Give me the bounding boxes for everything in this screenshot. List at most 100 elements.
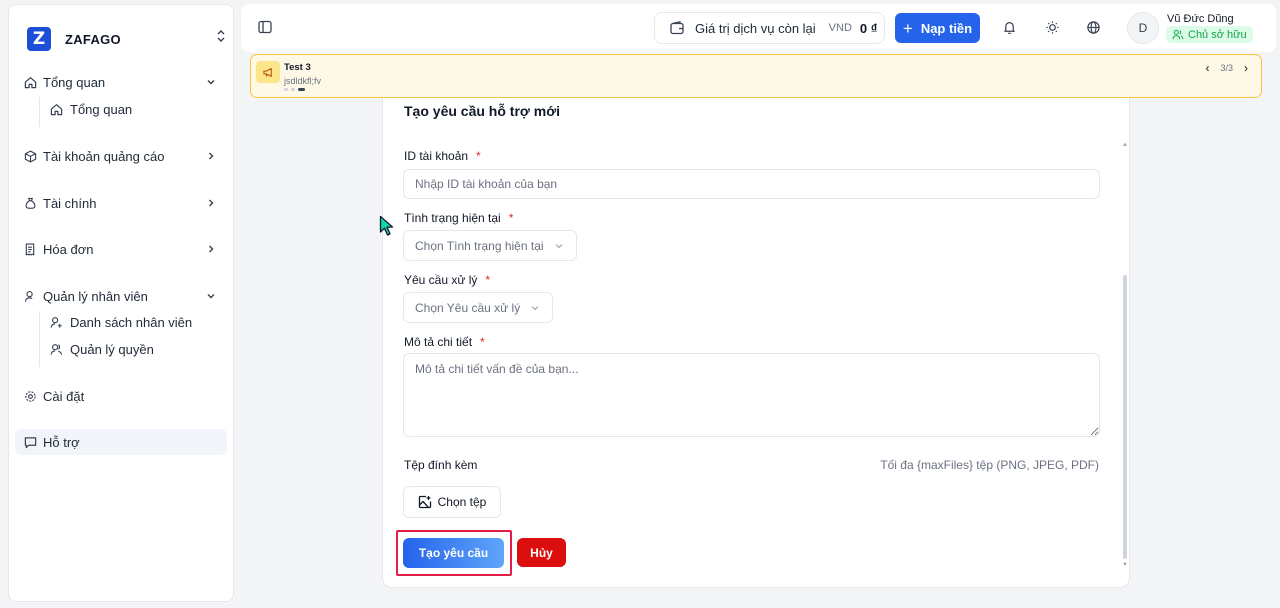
brand-switcher[interactable]: Z ZAFAGO — [27, 23, 227, 55]
pagination-dot[interactable] — [291, 88, 295, 91]
announcement-pagination — [284, 88, 305, 91]
attachments-label: Tệp đính kèm — [404, 458, 478, 472]
sidebar-item-support[interactable]: Hỗ trợ — [15, 429, 227, 455]
required-mark: * — [480, 335, 485, 349]
message-icon — [23, 435, 37, 449]
balance-amount: 0 ₫ — [859, 20, 878, 36]
sidebar-item-label: Tài khoản quảng cáo — [43, 148, 165, 164]
status-select-value: Chọn Tình trạng hiện tại — [415, 238, 544, 253]
mouse-cursor-icon — [379, 215, 394, 236]
chevron-up-down-icon[interactable] — [215, 29, 227, 45]
sidebar-item-label: Tài chính — [43, 195, 97, 211]
cancel-button[interactable]: Hủy — [517, 538, 566, 567]
chevron-right-icon — [205, 242, 217, 256]
megaphone-icon — [256, 61, 280, 83]
user-name: Vũ Đức Dũng — [1167, 13, 1234, 25]
required-mark: * — [485, 273, 491, 287]
chevron-left-icon[interactable]: ‹ — [1200, 61, 1214, 75]
sidebar-item-label: Cài đặt — [43, 388, 85, 404]
label-text: Yêu cầu xử lý — [404, 273, 478, 287]
sidebar-item-label: Tổng quan — [43, 74, 106, 90]
gear-icon — [23, 389, 37, 403]
announcement-counter: 3/3 — [1220, 63, 1233, 73]
sidebar-item-staff-management[interactable]: Quản lý nhân viên — [15, 283, 227, 309]
choose-file-button[interactable]: Chọn tệp — [403, 486, 501, 518]
balance-label: Giá trị dịch vụ còn lại — [695, 20, 816, 36]
sidebar-subitem-permissions[interactable]: Quản lý quyền — [49, 338, 154, 360]
sidebar-item-ad-accounts[interactable]: Tài khoản quảng cáo — [15, 143, 227, 169]
globe-icon[interactable] — [1085, 19, 1101, 35]
sidebar-subitem-label: Danh sách nhân viên — [70, 314, 193, 330]
role-label: Chủ sở hữu — [1188, 28, 1247, 41]
sidebar-item-finance[interactable]: Tài chính — [15, 190, 227, 216]
home-icon — [49, 102, 63, 116]
chevron-down-icon — [530, 303, 540, 313]
scroll-up-arrow[interactable]: ▲ — [1122, 142, 1128, 148]
announcement-banner: Test 3 jsdldkfl;fv ‹ 3/3 › — [250, 54, 1262, 98]
required-mark: * — [508, 211, 514, 225]
topup-button[interactable]: + Nạp tiền — [895, 13, 980, 43]
money-bag-icon — [23, 196, 37, 210]
scrollbar[interactable]: ▲ ▼ — [1121, 142, 1129, 568]
chevron-down-icon — [554, 241, 564, 251]
sidebar-subitem-label: Tổng quan — [70, 101, 133, 117]
image-plus-icon — [418, 495, 432, 509]
support-request-form: Tạo yêu cầu hỗ trợ mới ID tài khoản * Tìn… — [382, 98, 1130, 588]
sun-icon[interactable] — [1044, 19, 1060, 35]
attachments-hint: Tối đa {maxFiles} tệp (PNG, JPEG, PDF) — [880, 458, 1099, 472]
request-select-value: Chọn Yêu cầu xử lý — [415, 300, 521, 315]
description-textarea[interactable] — [403, 353, 1100, 437]
sidebar-item-label: Hỗ trợ — [43, 434, 80, 450]
label-text: Mô tả chi tiết — [404, 335, 473, 349]
sidebar-item-settings[interactable]: Cài đặt — [15, 383, 227, 409]
wallet-icon — [669, 20, 685, 36]
users-icon — [1172, 29, 1184, 40]
pagination-dot[interactable] — [284, 88, 288, 91]
chevron-right-icon — [205, 196, 217, 210]
subnav-guide-line — [39, 97, 40, 127]
role-badge: Chủ sở hữu — [1166, 26, 1253, 43]
chevron-down-icon — [205, 75, 217, 89]
bell-icon[interactable] — [1001, 19, 1017, 35]
announcement-body: jsdldkfl;fv — [284, 76, 322, 86]
request-select[interactable]: Chọn Yêu cầu xử lý — [403, 292, 554, 323]
account-id-label: ID tài khoản * — [404, 149, 481, 163]
sidebar-item-label: Quản lý nhân viên — [43, 288, 148, 304]
sidebar-toggle-icon[interactable] — [257, 19, 273, 35]
user-plus-icon — [49, 315, 63, 329]
chevron-right-icon — [205, 149, 217, 163]
home-icon — [23, 75, 37, 89]
create-request-button[interactable]: Tạo yêu cầu — [403, 538, 504, 568]
scrollbar-thumb[interactable] — [1123, 275, 1127, 559]
brand-name: ZAFAGO — [65, 31, 121, 47]
required-mark: * — [476, 149, 481, 163]
label-text: Tình trạng hiện tại — [404, 211, 501, 225]
chevron-right-icon[interactable]: › — [1239, 61, 1253, 75]
choose-file-label: Chọn tệp — [437, 495, 487, 509]
sidebar-item-invoices[interactable]: Hóa đơn — [15, 236, 227, 262]
label-text: ID tài khoản — [404, 149, 469, 163]
form-title: Tạo yêu cầu hỗ trợ mới — [404, 103, 561, 119]
avatar[interactable]: D — [1127, 12, 1159, 44]
announcement-nav: ‹ 3/3 › — [1200, 61, 1253, 75]
sidebar-item-label: Hóa đơn — [43, 241, 94, 257]
scroll-down-arrow[interactable]: ▼ — [1122, 562, 1128, 568]
plus-icon: + — [902, 18, 913, 38]
sidebar-subitem-staff-list[interactable]: Danh sách nhân viên — [49, 311, 192, 333]
pagination-dot-active[interactable] — [298, 88, 305, 91]
sidebar-subitem-overview[interactable]: Tổng quan — [49, 98, 132, 120]
user-icon — [23, 289, 37, 303]
box-icon — [23, 149, 37, 163]
chevron-down-icon — [205, 289, 217, 303]
subnav-guide-line — [39, 311, 40, 367]
account-id-input[interactable] — [403, 169, 1100, 199]
request-label: Yêu cầu xử lý * — [404, 273, 490, 287]
topup-label: Nạp tiền — [920, 20, 973, 36]
currency-label: VND — [828, 22, 852, 34]
sidebar-item-overview[interactable]: Tổng quan — [15, 69, 227, 95]
top-header: Giá trị dịch vụ còn lại VND 0 ₫ + Nạp ti… — [241, 4, 1276, 52]
receipt-icon — [23, 242, 37, 256]
status-select[interactable]: Chọn Tình trạng hiện tại — [403, 230, 577, 261]
users-icon — [49, 342, 63, 356]
balance-widget[interactable]: Giá trị dịch vụ còn lại VND 0 ₫ — [654, 12, 885, 44]
